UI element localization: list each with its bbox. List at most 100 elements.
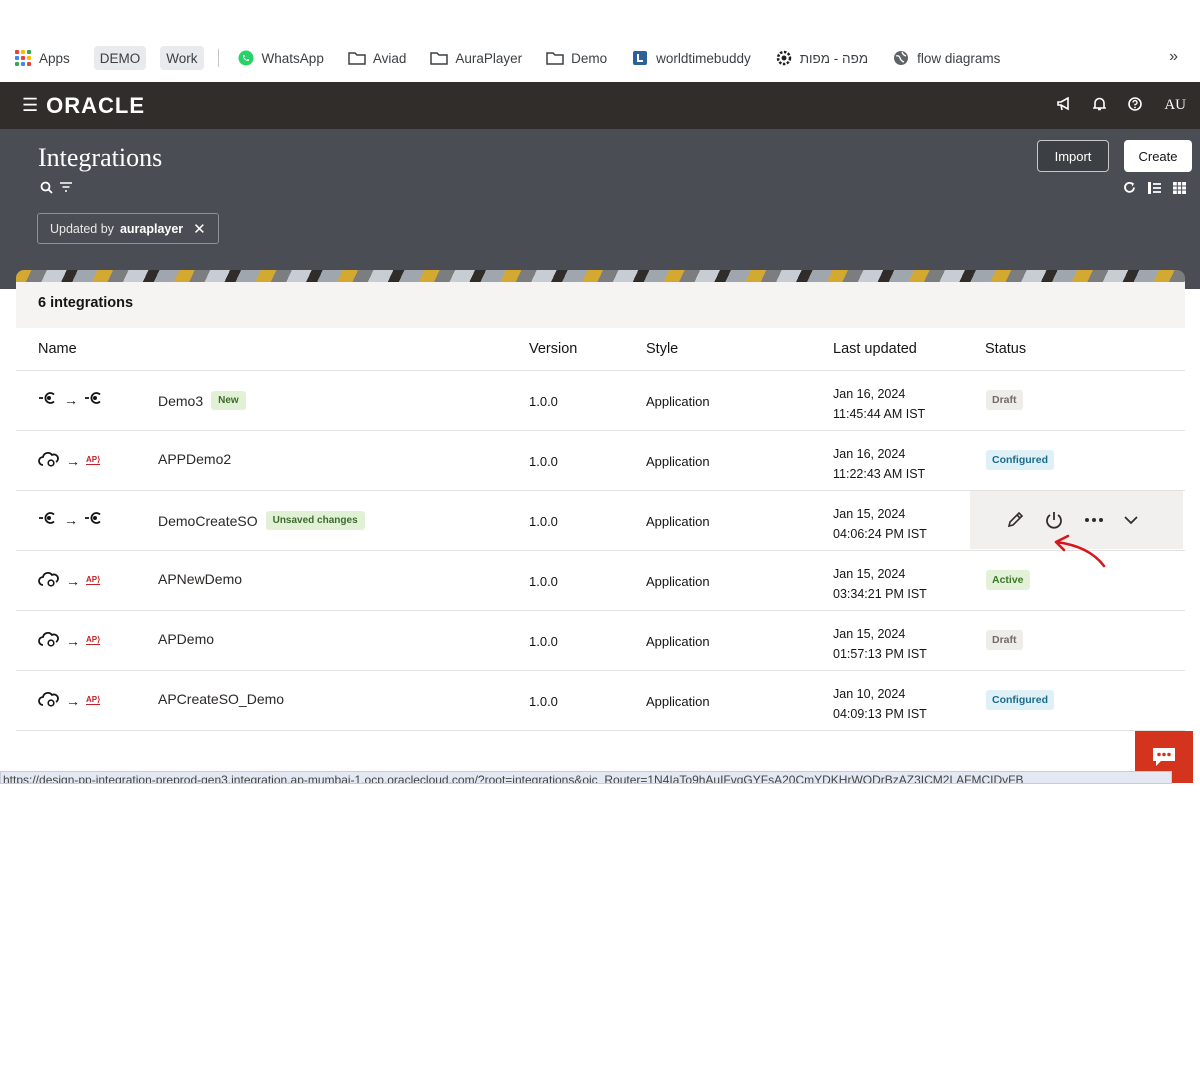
status-badge: Active [986,570,1030,590]
announcements-icon[interactable] [1056,96,1071,114]
help-icon[interactable] [1128,97,1143,114]
bookmark-label: worldtimebuddy [656,50,751,66]
activate-power-icon[interactable] [1044,510,1064,530]
last-updated-time: 04:09:13 PM IST [833,707,927,721]
last-updated: Jan 16, 2024 11:22:43 AM IST [833,444,925,484]
integration-style: Application [646,634,710,649]
status-badge: Configured [986,690,1054,710]
whatsapp-icon [237,49,255,67]
globe-icon [892,49,910,67]
cloud-adapter-icon [38,571,60,590]
auraplayer-adapter-icon: AP⟩ [86,455,101,465]
bookmarks-overflow-button[interactable]: » [1169,48,1178,66]
column-header-last-updated[interactable]: Last updated [833,341,917,357]
bookmark-folder-auraplayer[interactable]: AuraPlayer [430,46,522,70]
table-row[interactable]: → AP⟩ APDemo 1.0.0 Application Jan 15, 20… [16,611,1185,671]
auraplayer-adapter-icon: AP⟩ [86,635,101,645]
last-updated-date: Jan 10, 2024 [833,687,906,701]
import-button[interactable]: Import [1037,140,1109,172]
bookmark-flow-diagrams[interactable]: flow diagrams [892,46,1000,70]
page-title: Integrations [38,143,163,172]
grid-view-icon[interactable] [1173,181,1186,197]
results-count-bar: 6 integrations [16,282,1185,328]
auraplayer-adapter-icon: AP⟩ [86,695,101,705]
last-updated-date: Jan 15, 2024 [833,507,906,521]
filter-chip-value: auraplayer [119,221,184,236]
oracle-logo[interactable]: ORACLE [46,93,145,119]
cloud-adapter-icon [38,691,60,710]
filter-chip-updated-by[interactable]: Updated by auraplayer ✕ [37,213,219,244]
annotation-arrow-icon [1054,534,1106,568]
edit-pencil-icon[interactable] [1006,511,1024,529]
search-icon[interactable] [40,181,53,197]
integration-style: Application [646,454,710,469]
bookmark-folder-demo-2[interactable]: Demo [546,46,607,70]
worldtimebuddy-icon [631,49,649,67]
integrations-table: Name Version Style Last updated Status →… [16,328,1185,731]
notifications-bell-icon[interactable] [1092,97,1108,114]
integration-version: 1.0.0 [529,694,558,709]
auraplayer-adapter-icon: AP⟩ [86,575,101,585]
integration-name[interactable]: DemoCreateSO [158,513,258,529]
status-badge: Configured [986,450,1054,470]
integration-version: 1.0.0 [529,454,558,469]
table-row[interactable]: → AP⟩ APPDemo2 1.0.0 Application Jan 16, … [16,431,1185,491]
column-header-status[interactable]: Status [985,341,1026,357]
more-actions-icon[interactable] [1084,517,1104,523]
integration-badge: New [211,391,246,410]
last-updated-date: Jan 16, 2024 [833,447,906,461]
integration-name[interactable]: APPDemo2 [158,451,231,467]
status-badge: Draft [986,390,1023,410]
integration-style: Application [646,574,710,589]
refresh-icon[interactable] [1123,181,1136,197]
column-header-style[interactable]: Style [646,341,678,357]
arrow-icon: → [66,632,80,649]
close-icon[interactable]: ✕ [193,220,206,238]
bookmark-worldtimebuddy[interactable]: worldtimebuddy [631,46,751,70]
table-row[interactable]: → AP⟩ APNewDemo 1.0.0 Application Jan 15,… [16,551,1185,611]
integration-name[interactable]: APDemo [158,631,214,647]
filter-icon[interactable] [59,181,73,197]
chevron-down-icon[interactable] [1124,515,1138,525]
hamburger-menu-icon[interactable]: ☰ [22,95,38,116]
column-header-version[interactable]: Version [529,341,577,357]
chat-bubble-icon [1153,748,1175,766]
last-updated-date: Jan 15, 2024 [833,627,906,641]
integration-name[interactable]: APCreateSO_Demo [158,691,284,707]
create-button[interactable]: Create [1124,140,1192,172]
integration-pattern: → [38,511,104,528]
bookmark-label: WhatsApp [261,50,324,66]
browser-status-url: https://design-pp-integration-preprod-ge… [0,771,1172,784]
integration-version: 1.0.0 [529,394,558,409]
bookmark-label: Work [166,50,198,66]
bookmark-folder-aviad[interactable]: Aviad [348,46,407,70]
arrow-icon: → [66,692,80,709]
arrow-icon: → [64,511,78,528]
header-actions: AU [1034,82,1186,129]
rest-adapter-icon [38,391,58,408]
folder-icon [546,49,564,67]
integration-name[interactable]: APNewDemo [158,571,242,587]
bookmark-label: Aviad [372,50,407,66]
table-row[interactable]: → Demo3 New 1.0.0 Application Jan 16, 202… [16,371,1185,431]
bookmark-maps[interactable]: מפה - מפות [775,46,868,70]
column-header-name[interactable]: Name [38,341,77,357]
bookmark-folder-demo[interactable]: DEMO [93,46,147,70]
integration-version: 1.0.0 [529,514,558,529]
list-view-icon[interactable] [1148,181,1161,197]
bookmarks-bar: Apps DEMO Work WhatsApp Aviad AuraPlayer… [0,38,1200,78]
bookmark-whatsapp[interactable]: WhatsApp [237,46,324,70]
settings-gear-icon [775,49,793,67]
rest-adapter-icon [84,391,104,408]
integration-pattern: → AP⟩ [38,451,101,470]
table-row[interactable]: → AP⟩ APCreateSO_Demo 1.0.0 Application J… [16,671,1185,731]
user-avatar[interactable]: AU [1164,97,1186,114]
last-updated-time: 11:45:44 AM IST [833,407,926,421]
bookmark-folder-work[interactable]: Work [160,46,204,70]
last-updated-date: Jan 15, 2024 [833,567,906,581]
bookmark-apps[interactable]: Apps [14,46,70,70]
last-updated: Jan 15, 2024 03:34:21 PM IST [833,564,927,604]
bookmark-label: DEMO [99,50,141,66]
integration-name[interactable]: Demo3 [158,393,203,409]
table-row[interactable]: → DemoCreateSO Unsaved changes 1.0.0 Appl… [16,491,1185,551]
